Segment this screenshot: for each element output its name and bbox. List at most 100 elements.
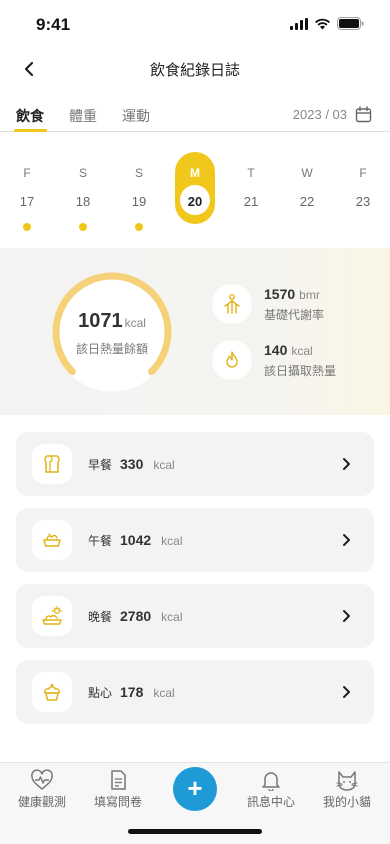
tab-bar: 飲食 體重 運動 2023 / 03 [0,106,390,132]
meal-unit: kcal [153,458,175,472]
record-dot [79,223,87,231]
battery-icon [337,17,364,30]
meal-info: 晚餐 2780 kcal [88,608,183,625]
remaining-label: 該日熱量餘額 [75,342,148,356]
intake-stat-icon-wrap [212,340,252,380]
day-number: 19 [131,194,147,209]
chevron-right-icon [343,686,350,698]
wifi-icon [315,18,330,29]
remaining-unit: kcal [124,316,146,330]
day-number: 20 [187,194,203,209]
month-label: 2023 / 03 [292,107,347,122]
day-name: F [359,166,367,180]
bmr-label: 基礎代謝率 [264,308,325,322]
meal-name: 午餐 [88,534,113,548]
meal-info: 早餐 330 kcal [88,456,175,473]
month-picker[interactable]: 2023 / 03 [293,106,372,123]
intake-label: 該日攝取熱量 [264,364,337,378]
bell-icon [262,772,280,791]
record-dot [135,223,143,231]
status-icons [290,17,364,30]
meal-unit: kcal [161,534,183,548]
day-number: 21 [243,194,259,209]
meal-card-lunch[interactable]: 午餐 1042 kcal [16,508,374,572]
day-name: F [23,166,31,180]
intake-unit: kcal [291,344,313,358]
page-title: 飲食紀錄日誌 [149,61,240,79]
meal-unit: kcal [153,686,175,700]
calendar-icon [355,106,372,123]
nav-cat-label: 我的小貓 [322,795,371,809]
tab-weight[interactable]: 體重 [69,106,97,126]
day-22[interactable]: W 22 [287,152,327,224]
tab-active-indicator [14,129,47,132]
bmr-stat: 1570 bmr 基礎代謝率 [212,284,382,328]
meal-name: 晚餐 [88,610,113,624]
meal-name: 早餐 [88,458,113,472]
nav-health[interactable]: 健康觀測 [6,767,78,810]
chevron-right-icon [343,534,350,546]
status-bar: 9:41 [0,0,390,50]
day-17[interactable]: F 17 [7,152,47,231]
nav-survey[interactable]: 填寫問卷 [82,767,154,810]
tab-exercise[interactable]: 運動 [122,106,150,126]
status-time: 9:41 [36,15,71,34]
nav-survey-label: 填寫問卷 [93,795,142,809]
nav-bar: 飲食紀錄日誌 [0,50,390,90]
clipboard-icon [111,770,126,790]
meal-icon-wrap [32,596,72,636]
remaining-calories: 1071 kcal [78,310,146,332]
meal-icon-wrap [32,672,72,712]
day-20-selected[interactable]: M 20 [175,152,215,224]
dinner-icon [42,605,63,625]
day-21[interactable]: T 21 [231,152,271,224]
day-name: W [301,166,313,180]
lunchbox-icon [43,533,61,547]
nav-messages-label: 訊息中心 [246,795,295,809]
day-19[interactable]: S 19 [119,152,159,231]
meal-kcal: 1042 [120,532,152,548]
record-dot [23,223,31,231]
body-icon [224,294,240,314]
day-23[interactable]: F 23 [343,152,383,224]
meal-info: 午餐 1042 kcal [88,532,183,549]
chevron-right-icon [343,610,350,622]
nav-cat[interactable]: 我的小貓 [311,767,383,810]
ring-text: 1071 kcal 該日熱量餘額 [50,270,174,394]
meal-info: 點心 178 kcal [88,684,175,701]
cupcake-icon [44,683,60,701]
meal-kcal: 178 [120,684,144,700]
meal-card-dinner[interactable]: 晚餐 2780 kcal [16,584,374,648]
flame-icon [226,351,238,368]
intake-value: 140 kcal [264,342,313,358]
tab-diet[interactable]: 飲食 [16,106,44,126]
day-name: M [190,166,200,180]
meal-icon-wrap [32,444,72,484]
day-number: 17 [19,194,35,209]
meal-icon-wrap [32,520,72,560]
heart-pulse-icon [31,769,53,790]
calorie-summary: 1071 kcal 該日熱量餘額 1570 bmr 基礎代謝率 140 kcal 該日… [0,248,390,415]
bmr-unit: bmr [299,288,320,302]
nav-health-label: 健康觀測 [17,795,66,809]
add-record-button[interactable]: + [173,767,217,811]
plus-icon: + [187,773,203,803]
meal-name: 點心 [88,686,113,700]
meal-kcal: 330 [120,456,144,472]
day-number: 23 [355,194,371,209]
nav-messages[interactable]: 訊息中心 [235,767,307,810]
chevron-right-icon [343,458,350,470]
bmr-stat-icon-wrap [212,284,252,324]
day-number: 22 [299,194,315,209]
intake-stat: 140 kcal 該日攝取熱量 [212,340,382,384]
home-indicator [128,829,262,834]
day-18[interactable]: S 18 [63,152,103,231]
signal-icon [290,17,308,30]
cat-icon [336,771,358,791]
bmr-value: 1570 bmr [264,286,320,302]
meal-card-breakfast[interactable]: 早餐 330 kcal [16,432,374,496]
day-name: S [78,166,87,180]
day-name: S [134,166,143,180]
meal-card-snack[interactable]: 點心 178 kcal [16,660,374,724]
bread-icon [44,455,60,473]
